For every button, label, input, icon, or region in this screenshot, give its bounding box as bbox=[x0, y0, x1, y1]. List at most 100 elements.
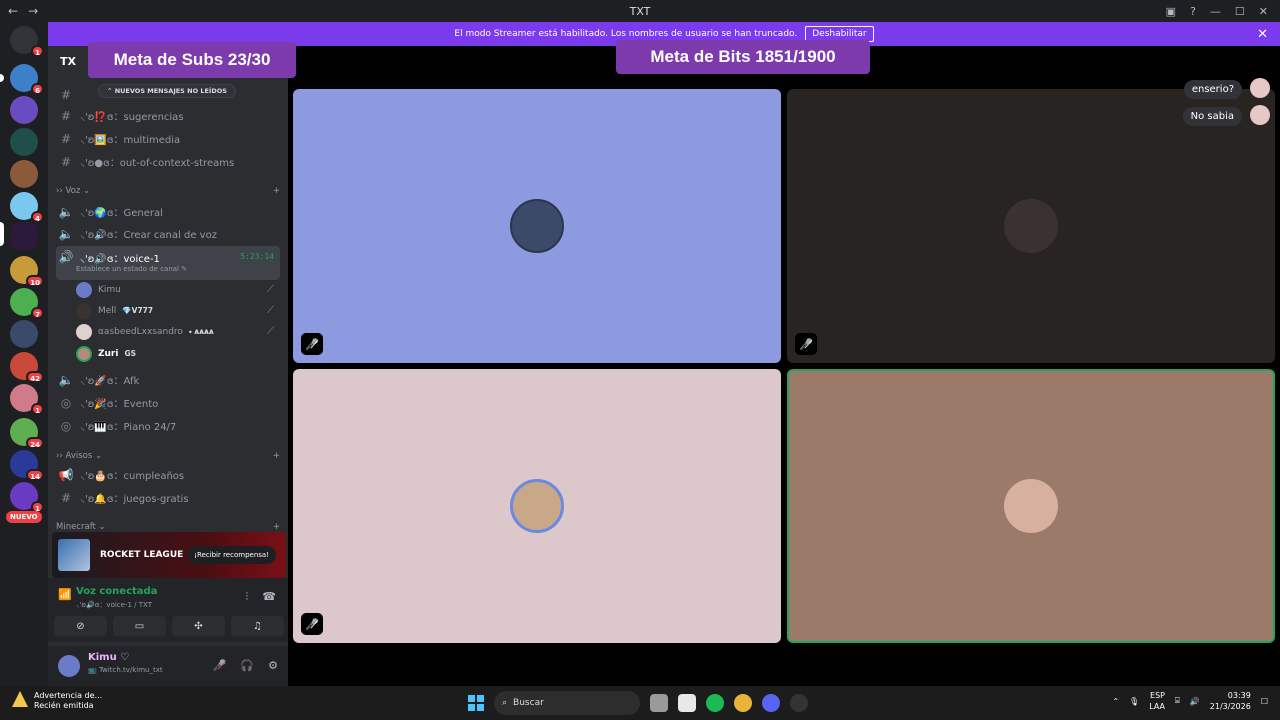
member-tag: 💎V777 bbox=[122, 306, 154, 315]
steam-icon[interactable] bbox=[790, 694, 808, 712]
participant-tile[interactable]: 🎤̸ bbox=[293, 369, 781, 643]
server-icon[interactable]: 1 bbox=[10, 482, 44, 513]
close-window-button[interactable]: ✕ bbox=[1259, 5, 1268, 18]
server-icon[interactable]: 7 bbox=[10, 288, 44, 319]
text-channel[interactable]: # ⸜'ʚ●ɞ：out-of-context-streams bbox=[56, 151, 280, 172]
server-icon[interactable]: 1 bbox=[10, 384, 44, 415]
volume-icon[interactable]: 🔊 bbox=[1190, 697, 1200, 706]
channel-sidebar: TX ⌃ NUEVOS MENSAJES NO LEÍDOS # # ⸜'ʚ⁉️ɞ… bbox=[48, 46, 288, 686]
spotify-icon[interactable] bbox=[706, 694, 724, 712]
help-icon[interactable]: ? bbox=[1190, 5, 1196, 18]
server-icon[interactable]: 24 bbox=[10, 418, 44, 449]
camera-off-button[interactable]: ⊘ bbox=[54, 616, 107, 636]
hash-icon: # bbox=[60, 154, 72, 169]
stage-channel[interactable]: ◎ ⸜'ʚ🎹ɞ：Piano 24/7 bbox=[56, 415, 280, 436]
server-icon[interactable] bbox=[10, 160, 38, 188]
window-title: TXT bbox=[629, 4, 651, 18]
microphone-icon[interactable]: 🎙 bbox=[1129, 697, 1139, 706]
server-icon[interactable] bbox=[10, 96, 38, 124]
mic-muted-icon: 🎤̸ bbox=[301, 333, 323, 355]
inbox-icon[interactable]: ▣ bbox=[1166, 5, 1176, 18]
chevron-up-icon[interactable]: ⌃ bbox=[1112, 697, 1119, 706]
store-icon[interactable] bbox=[678, 694, 696, 712]
add-channel-icon[interactable]: + bbox=[273, 186, 280, 196]
mic-muted-icon[interactable]: 🎤̸ bbox=[213, 659, 227, 672]
voice-member[interactable]: αasbeedLxxsandro ⬩ ᴀᴀᴀᴀ ⟋ bbox=[76, 321, 280, 342]
voice-panel-actions: ⫶ ☎ bbox=[246, 590, 276, 604]
avatar[interactable] bbox=[58, 655, 80, 677]
participant-tile[interactable]: 🎤̸ bbox=[293, 89, 781, 363]
notification-icon[interactable]: ☐ bbox=[1261, 697, 1268, 706]
category-voz[interactable]: ›› Voz ⌄ + bbox=[56, 186, 280, 196]
text-channel[interactable]: # ⸜'ʚ🖼️ɞ：multimedia bbox=[56, 128, 280, 149]
network-icon[interactable]: ⌸ bbox=[1175, 696, 1180, 706]
voice-status[interactable]: Voz conectada bbox=[76, 586, 157, 597]
activities-button[interactable]: ✣ bbox=[172, 616, 225, 636]
category-label: Avisos bbox=[65, 451, 93, 461]
noise-suppression-icon[interactable]: ⫶ bbox=[246, 590, 249, 604]
stage-icon: ◎ bbox=[60, 395, 72, 410]
chrome-icon[interactable] bbox=[734, 694, 752, 712]
channel-name: ⸜'ʚ🔔ɞ：juegos-gratis bbox=[80, 494, 189, 505]
server-icon-txt[interactable] bbox=[10, 222, 38, 250]
server-icon[interactable]: 6 bbox=[10, 64, 44, 95]
category-minecraft[interactable]: Minecraft ⌄ + bbox=[56, 522, 280, 532]
text-channel[interactable]: # ⸜'ʚ🔔ɞ：juegos-gratis bbox=[56, 487, 280, 508]
server-icon[interactable]: 10 bbox=[10, 256, 44, 287]
username[interactable]: Kimu ♡ bbox=[88, 652, 129, 663]
participant-tile[interactable]: 🎤̸ bbox=[787, 89, 1275, 363]
channel-name: ⸜'ʚ⁉️ɞ：sugerencias bbox=[80, 112, 184, 123]
server-icon[interactable]: 14 bbox=[10, 450, 44, 481]
announcement-channel[interactable]: 📢 ⸜'ʚ🎂ɞ：cumpleaños bbox=[56, 464, 280, 485]
channel-status-link[interactable]: Establece un estado de canal ✎ bbox=[76, 265, 187, 273]
voice-member-speaking[interactable]: Zuri GS bbox=[76, 343, 280, 364]
stage-icon: ◎ bbox=[60, 418, 72, 433]
voice-channel[interactable]: 🔈 ⸜'ʚ🌍ɞ：General bbox=[56, 201, 280, 222]
member-name: Kimu bbox=[98, 284, 121, 295]
user-controls: 🎤̸ 🎧 ⚙ bbox=[213, 659, 278, 672]
minimize-button[interactable]: — bbox=[1210, 5, 1221, 18]
maximize-button[interactable]: ☐ bbox=[1235, 5, 1245, 18]
member-name: αasbeedLxxsandro bbox=[98, 326, 183, 337]
language-indicator[interactable]: ESP LAA bbox=[1149, 690, 1165, 712]
text-channel[interactable]: # ⸜'ʚ⁉️ɞ：sugerencias bbox=[56, 105, 280, 126]
voice-channel-path[interactable]: ⸜'ʚ🔊ɞ：voice-1 / TXT bbox=[76, 600, 152, 610]
gear-icon[interactable]: ⚙ bbox=[268, 659, 278, 672]
claim-reward-button[interactable]: ¡Recibir recompensa! bbox=[187, 546, 276, 564]
windows-start-icon[interactable] bbox=[468, 695, 484, 711]
screen-share-button[interactable]: ▭ bbox=[113, 616, 166, 636]
soundboard-button[interactable]: ♫ bbox=[231, 616, 284, 636]
taskbar-search[interactable]: ⌕ Buscar bbox=[494, 691, 640, 715]
signal-icon[interactable]: 📶 bbox=[58, 588, 72, 601]
new-badge[interactable]: NUEVO bbox=[6, 511, 42, 523]
discord-home-icon[interactable]: 1 bbox=[10, 26, 44, 57]
stage-channel[interactable]: ◎ ⸜'ʚ🎉ɞ：Evento bbox=[56, 392, 280, 413]
participant-tile-speaking[interactable] bbox=[787, 369, 1275, 643]
channel-name: ⸜'ʚ🔊ɞ：voice-1 bbox=[80, 254, 160, 265]
channel-name: ⸜'ʚ●ɞ：out-of-context-streams bbox=[80, 158, 235, 169]
unread-badge: 10 bbox=[26, 275, 44, 287]
server-icon[interactable]: 4 bbox=[10, 192, 44, 223]
voice-channel[interactable]: 🔈 ⸜'ʚ🚀ɞ：Afk bbox=[56, 369, 280, 390]
clock[interactable]: 03:39 21/3/2026 bbox=[1210, 690, 1251, 712]
voice-member[interactable]: Mell 💎V777 ⟋ bbox=[76, 300, 280, 321]
discord-icon[interactable] bbox=[762, 694, 780, 712]
server-icon[interactable]: 42 bbox=[10, 352, 44, 383]
category-avisos[interactable]: ›› Avisos ⌄ + bbox=[56, 451, 280, 461]
voice-action-buttons: ⊘ ▭ ✣ ♫ bbox=[54, 616, 284, 636]
voice-channel[interactable]: 🔈 ⸜'ʚ🔊ɞ：Crear canal de voz bbox=[56, 223, 280, 244]
server-icon[interactable] bbox=[10, 128, 38, 156]
add-channel-icon[interactable]: + bbox=[273, 451, 280, 461]
headphones-icon[interactable]: 🎧 bbox=[240, 659, 254, 672]
voice-channel-active[interactable]: 🔊 ⸜'ʚ🔊ɞ：voice-1 5:23:14 Establece un est… bbox=[56, 246, 280, 280]
file-explorer-icon[interactable] bbox=[650, 694, 668, 712]
server-icon[interactable] bbox=[10, 320, 38, 348]
text-channel-hidden[interactable]: # bbox=[56, 84, 280, 105]
disconnect-icon[interactable]: ☎ bbox=[262, 590, 276, 604]
add-channel-icon[interactable]: + bbox=[273, 522, 280, 532]
weather-warning[interactable]: Advertencia de... Recién emitida bbox=[12, 691, 102, 711]
call-timer: 5:23:14 bbox=[240, 252, 274, 261]
voice-member[interactable]: Kimu ⟋ bbox=[76, 279, 280, 300]
megaphone-icon: 📢 bbox=[58, 467, 74, 482]
close-icon[interactable]: ✕ bbox=[1257, 27, 1268, 42]
